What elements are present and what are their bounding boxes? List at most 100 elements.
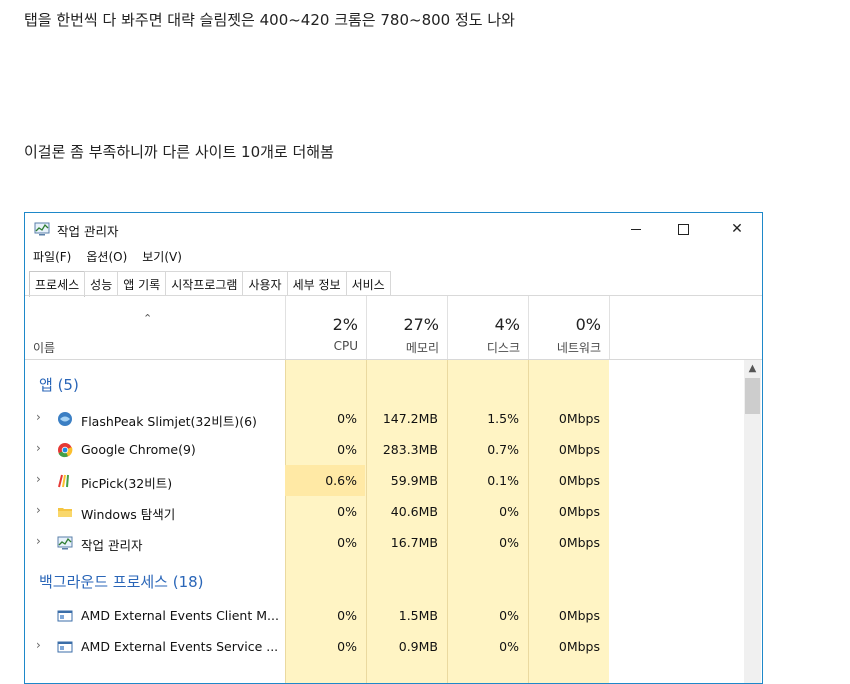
tab-startup[interactable]: 시작프로그램 xyxy=(165,271,244,296)
tab-details[interactable]: 세부 정보 xyxy=(286,271,347,296)
process-row[interactable]: › Google Chrome(9) 0% 283.3MB 0.7% 0Mbps xyxy=(25,434,745,465)
scroll-thumb[interactable] xyxy=(745,378,760,414)
minimize-button[interactable] xyxy=(613,213,659,245)
memory-label: 메모리 xyxy=(405,341,439,355)
disk-value: 0% xyxy=(499,535,519,550)
cpu-label: CPU xyxy=(333,339,358,353)
menu-file[interactable]: 파일(F) xyxy=(25,245,78,267)
post-text-line1: 탭을 한번씩 다 봐주면 대략 슬림젯은 400~420 크롬은 780~800… xyxy=(24,11,515,29)
post-text-line2: 이걸론 좀 부족하니까 다른 사이트 10개로 더해봄 xyxy=(24,143,334,161)
expand-chevron-icon[interactable]: › xyxy=(36,503,41,517)
cpu-total: 2% xyxy=(332,315,358,334)
disk-value: 0% xyxy=(499,504,519,519)
process-row[interactable]: › 작업 관리자 0% 16.7MB 0% 0Mbps xyxy=(25,527,745,558)
memory-value: 0.9MB xyxy=(398,639,438,654)
cpu-value: 0% xyxy=(337,411,357,426)
process-row[interactable]: AMD External Events Client M... 0% 1.5MB 0%… xyxy=(25,600,745,631)
group-background[interactable]: 백그라운드 프로세스 (18) xyxy=(39,571,204,592)
process-row[interactable]: › FlashPeak Slimjet(32비트)(6) 0% 147.2MB 1.5%… xyxy=(25,403,745,434)
cpu-value: 0% xyxy=(337,639,357,654)
tab-app-history[interactable]: 앱 기록 xyxy=(117,271,167,296)
process-name: Windows 탐색기 xyxy=(81,507,176,522)
column-network[interactable]: 0% 네트워크 xyxy=(528,296,610,359)
menu-view[interactable]: 보기(V) xyxy=(134,245,189,267)
folder-icon xyxy=(57,504,73,520)
process-row[interactable]: › Windows 탐색기 0% 40.6MB 0% 0Mbps xyxy=(25,496,745,527)
tab-users[interactable]: 사용자 xyxy=(242,271,288,296)
memory-total: 27% xyxy=(403,315,439,334)
title-bar[interactable]: 작업 관리자 ✕ xyxy=(25,213,762,245)
memory-value: 16.7MB xyxy=(390,535,438,550)
slimjet-icon xyxy=(57,411,73,427)
network-value: 0Mbps xyxy=(558,639,600,654)
chrome-icon xyxy=(57,442,73,458)
process-name: AMD External Events Service ... xyxy=(81,639,279,654)
network-label: 네트워크 xyxy=(556,341,601,355)
window-title: 작업 관리자 xyxy=(57,224,119,239)
network-value: 0Mbps xyxy=(558,504,600,519)
disk-value: 0% xyxy=(499,608,519,623)
expand-chevron-icon[interactable]: › xyxy=(36,472,41,486)
memory-value: 59.9MB xyxy=(390,473,438,488)
memory-value: 147.2MB xyxy=(382,411,438,426)
expand-chevron-icon[interactable]: › xyxy=(36,410,41,424)
tab-strip: 프로세스 성능 앱 기록 시작프로그램 사용자 세부 정보 서비스 xyxy=(25,271,762,297)
memory-value: 1.5MB xyxy=(398,608,438,623)
network-value: 0Mbps xyxy=(558,608,600,623)
memory-value: 283.3MB xyxy=(382,442,438,457)
cpu-value: 0.6% xyxy=(325,473,357,488)
maximize-icon xyxy=(677,223,689,235)
process-list: 앱 (5) › FlashPeak Slimjet(32비트)(6) 0% 147.2… xyxy=(25,360,762,683)
process-row[interactable]: › PicPick(32비트) 0.6% 59.9MB 0.1% 0Mbps xyxy=(25,465,745,496)
process-name: 작업 관리자 xyxy=(81,538,143,553)
vertical-scrollbar[interactable]: ▲ xyxy=(744,360,761,683)
expand-chevron-icon[interactable]: › xyxy=(36,441,41,455)
tab-processes[interactable]: 프로세스 xyxy=(29,271,86,297)
task-manager-window: 작업 관리자 ✕ 파일(F) 옵션(O) 보기(V) 프로세스 성능 앱 기록 … xyxy=(24,212,763,684)
network-value: 0Mbps xyxy=(558,473,600,488)
process-name: Google Chrome(9) xyxy=(81,442,196,457)
task-manager-icon xyxy=(34,222,50,236)
tab-services[interactable]: 서비스 xyxy=(345,271,391,296)
tab-performance[interactable]: 성능 xyxy=(84,271,119,296)
menu-bar: 파일(F) 옵션(O) 보기(V) xyxy=(25,245,189,267)
column-cpu[interactable]: 2% CPU xyxy=(285,296,366,359)
picpick-icon xyxy=(57,473,73,489)
expand-chevron-icon[interactable]: › xyxy=(36,534,41,548)
process-row[interactable]: › AMD External Events Service ... 0% 0.9MB 0… xyxy=(25,631,745,662)
minimize-icon xyxy=(631,228,641,230)
network-total: 0% xyxy=(575,315,601,334)
close-button[interactable]: ✕ xyxy=(714,213,760,245)
expand-chevron-icon[interactable]: › xyxy=(36,638,41,652)
column-memory[interactable]: 27% 메모리 xyxy=(366,296,447,359)
service-icon xyxy=(57,639,73,655)
service-icon xyxy=(57,608,73,624)
network-value: 0Mbps xyxy=(558,442,600,457)
process-name: FlashPeak Slimjet(32비트)(6) xyxy=(81,414,257,429)
disk-value: 0% xyxy=(499,639,519,654)
disk-label: 디스크 xyxy=(486,341,520,355)
cpu-value: 0% xyxy=(337,504,357,519)
cpu-value: 0% xyxy=(337,442,357,457)
scroll-up-icon[interactable]: ▲ xyxy=(744,360,761,377)
disk-value: 0.7% xyxy=(487,442,519,457)
cpu-value: 0% xyxy=(337,535,357,550)
close-icon: ✕ xyxy=(731,221,743,237)
network-value: 0Mbps xyxy=(558,535,600,550)
column-disk[interactable]: 4% 디스크 xyxy=(447,296,528,359)
disk-value: 1.5% xyxy=(487,411,519,426)
column-name[interactable]: 이름 xyxy=(33,339,55,356)
maximize-button[interactable] xyxy=(660,213,706,245)
process-name: PicPick(32비트) xyxy=(81,476,173,491)
disk-value: 0.1% xyxy=(487,473,519,488)
column-header: ⌃ 이름 2% CPU 27% 메모리 4% 디스크 0% 네트워크 xyxy=(25,296,762,360)
process-name: AMD External Events Client M... xyxy=(81,608,279,623)
network-value: 0Mbps xyxy=(558,411,600,426)
menu-options[interactable]: 옵션(O) xyxy=(78,245,134,267)
disk-total: 4% xyxy=(494,315,520,334)
sort-caret-icon[interactable]: ⌃ xyxy=(143,312,152,325)
memory-value: 40.6MB xyxy=(390,504,438,519)
task-manager-icon xyxy=(57,535,73,551)
cpu-value: 0% xyxy=(337,608,357,623)
group-apps[interactable]: 앱 (5) xyxy=(39,374,79,395)
